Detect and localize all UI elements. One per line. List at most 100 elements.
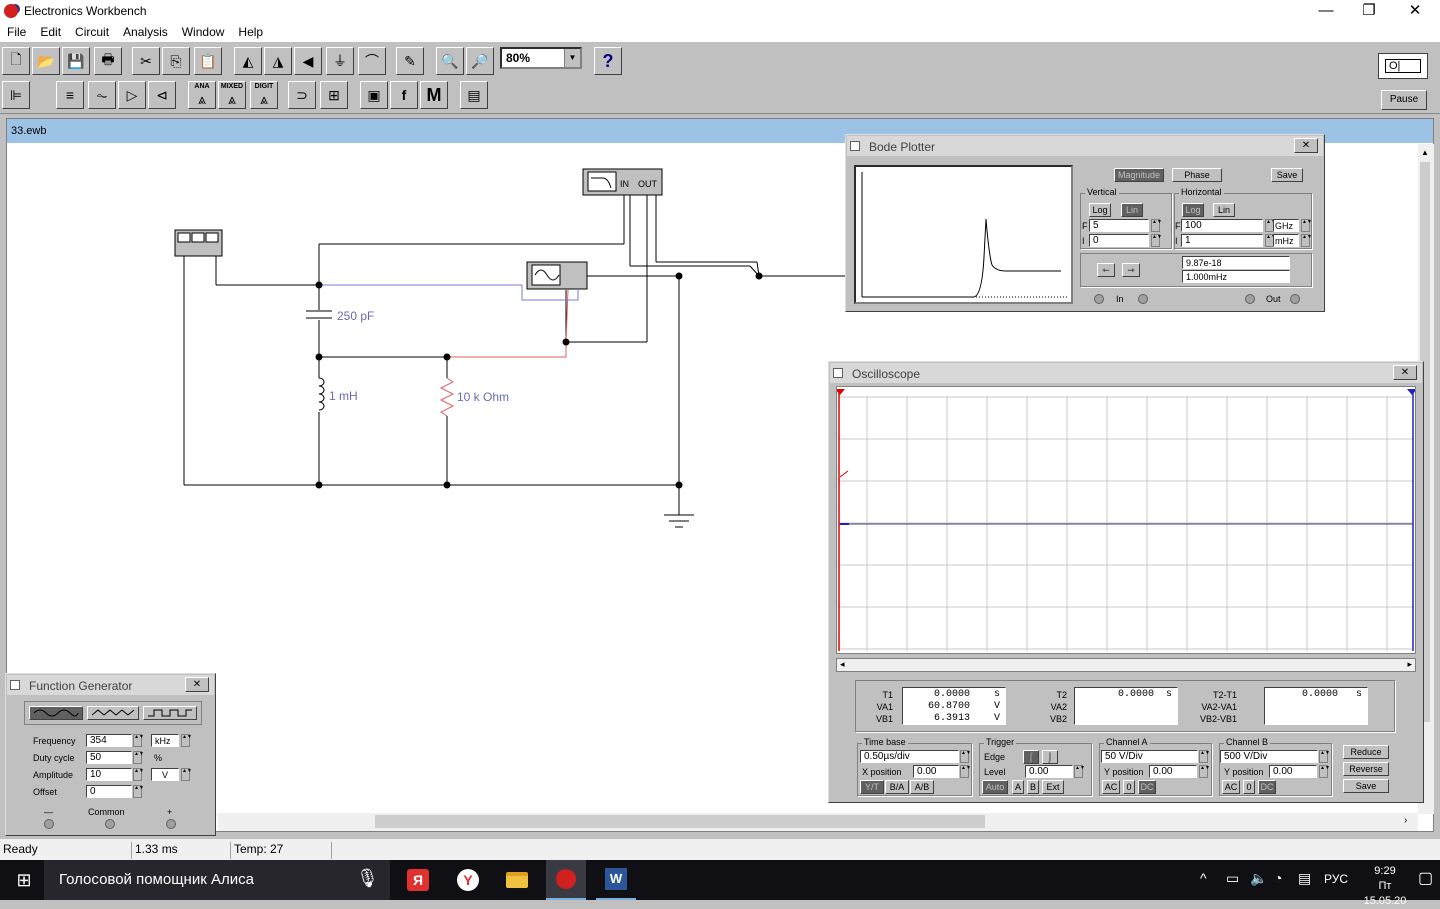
function-generator-symbol[interactable] [526,261,588,290]
xpos-field[interactable]: 0.00 [913,765,959,778]
plus-terminal[interactable] [166,819,176,829]
horizontal-initial-unit[interactable]: mHz [1273,234,1299,247]
channel-b-dc-button[interactable]: DC [1258,780,1276,794]
channel-a-scale-spinner[interactable]: ▲▼ [1199,750,1210,763]
level-spinner[interactable]: ▲▼ [1074,765,1085,778]
channel-a-ypos-spinner[interactable]: ▲▼ [1199,765,1210,778]
vertical-final-spinner[interactable]: ▲▼ [1151,219,1162,232]
horizontal-initial-field[interactable]: 1 [1181,234,1263,247]
horizontal-initial-unit-spinner[interactable]: ▲▼ [1301,234,1312,247]
channel-b-ypos-field[interactable]: 0.00 [1269,765,1317,778]
triangle-wave-button[interactable] [87,706,139,720]
offset-spinner[interactable]: ▲▼ [133,785,144,798]
action-center-icon[interactable]: ▢ [1418,868,1433,888]
out-plus-terminal[interactable] [1290,294,1300,304]
common-terminal[interactable] [105,819,115,829]
edge-rising-button[interactable]: ⌠ [1023,750,1039,764]
magnitude-button[interactable]: Magnitude [1114,168,1164,182]
electronics-workbench-taskbar-icon[interactable] [546,860,586,900]
amplitude-unit-field[interactable]: V [151,768,179,781]
horizontal-log-button[interactable]: Log [1182,203,1204,217]
vertical-log-button[interactable]: Log [1089,203,1111,217]
amplitude-field[interactable]: 10 [86,768,132,781]
timebase-spinner[interactable]: ▲▼ [960,750,971,763]
yandex-icon[interactable]: Y [448,860,488,900]
in-plus-terminal[interactable] [1138,294,1148,304]
horizontal-lin-button[interactable]: Lin [1213,203,1235,217]
cursor-right-button[interactable]: ⇾ [1122,263,1140,277]
scope-close-button[interactable]: ✕ [1393,365,1417,380]
frequency-unit-spinner[interactable]: ▲▼ [181,734,192,747]
yandex-browser-icon[interactable]: Я [398,860,438,900]
cursor-left-button[interactable]: ⇽ [1097,263,1115,277]
scope-instrument-symbol[interactable] [174,229,223,257]
timebase-field[interactable]: 0.50µs/div [860,750,959,763]
vertical-final-field[interactable]: 5 [1089,219,1149,232]
phase-button[interactable]: Phase [1172,168,1222,182]
amplitude-spinner[interactable]: ▲▼ [133,768,144,781]
horizontal-final-unit-spinner[interactable]: ▲▼ [1301,219,1312,232]
trigger-ext-button[interactable]: Ext [1042,780,1064,794]
trigger-b-button[interactable]: B [1027,780,1039,794]
ba-button[interactable]: B/A [885,780,909,794]
edge-falling-button[interactable]: ⌡ [1042,750,1058,764]
windows-start-icon[interactable]: ⊞ [4,860,44,900]
level-field[interactable]: 0.00 [1025,765,1073,778]
bode-close-button[interactable]: ✕ [1294,138,1318,153]
fgen-close-button[interactable]: ✕ [185,677,209,692]
frequency-spinner[interactable]: ▲▼ [133,734,144,747]
scroll-left-icon[interactable]: ◂ [840,659,845,670]
channel-b-ypos-spinner[interactable]: ▲▼ [1319,765,1330,778]
microphone-icon[interactable]: 🎙 [356,868,379,889]
resistor-label[interactable]: 10 k Ohm [457,390,509,404]
out-minus-terminal[interactable] [1245,294,1255,304]
frequency-unit-field[interactable]: kHz [151,734,179,747]
vertical-lin-button[interactable]: Lin [1121,203,1143,217]
ab-button[interactable]: A/B [910,780,934,794]
duty-spinner[interactable]: ▲▼ [133,751,144,764]
vertical-initial-spinner[interactable]: ▲▼ [1151,234,1162,247]
volume-icon[interactable]: 🔈 [1250,870,1267,887]
channel-b-scale-field[interactable]: 500 V/Div [1220,750,1318,763]
clock[interactable]: 9:29 Пт 15.05.20 [1362,864,1408,909]
capacitor-label[interactable]: 250 pF [337,309,374,323]
channel-a-zero-button[interactable]: 0 [1123,780,1135,794]
frequency-field[interactable]: 354 [86,734,132,747]
vertical-initial-field[interactable]: 0 [1089,234,1149,247]
trigger-a-button[interactable]: A [1012,780,1024,794]
channel-a-ypos-field[interactable]: 0.00 [1149,765,1197,778]
bode-save-button[interactable]: Save [1271,168,1303,182]
channel-a-dc-button[interactable]: DC [1138,780,1156,794]
square-wave-button[interactable] [143,706,197,720]
channel-b-zero-button[interactable]: 0 [1243,780,1255,794]
reduce-button[interactable]: Reduce [1343,745,1389,759]
chevron-up-icon[interactable]: ^ [1200,870,1207,886]
minus-terminal[interactable] [44,819,54,829]
language-indicator[interactable]: РУС [1324,872,1348,886]
channel-b-ac-button[interactable]: AC [1222,780,1240,794]
amplitude-unit-spinner[interactable]: ▲▼ [181,768,192,781]
channel-a-scale-field[interactable]: 50 V/Div [1101,750,1198,763]
scope-scrollbar[interactable]: ◂ ▸ [836,658,1416,672]
channel-a-ac-button[interactable]: AC [1102,780,1120,794]
battery-icon[interactable]: ▭ [1226,870,1239,887]
wifi-icon[interactable]: ◔ [1274,870,1282,886]
trigger-auto-button[interactable]: Auto [982,780,1008,794]
notification-message-icon[interactable]: ▤ [1298,870,1311,887]
inductor-label[interactable]: 1 mH [329,389,358,403]
xpos-spinner[interactable]: ▲▼ [960,765,971,778]
channel-b-scale-spinner[interactable]: ▲▼ [1319,750,1330,763]
reverse-button[interactable]: Reverse [1343,762,1389,776]
offset-field[interactable]: 0 [86,785,132,798]
assistant-search-box[interactable]: Голосовой помощник Алиса 🎙 [44,860,390,900]
word-icon[interactable]: W [596,860,636,900]
scope-save-button[interactable]: Save [1343,779,1389,793]
file-explorer-icon[interactable] [497,860,537,900]
horizontal-final-unit[interactable]: GHz [1273,219,1299,232]
scroll-right-icon[interactable]: ▸ [1407,659,1412,670]
duty-field[interactable]: 50 [86,751,132,764]
sine-wave-button[interactable] [29,706,83,720]
in-minus-terminal[interactable] [1094,294,1104,304]
horizontal-final-field[interactable]: 100 [1181,219,1263,232]
yt-button[interactable]: Y/T [860,780,884,794]
